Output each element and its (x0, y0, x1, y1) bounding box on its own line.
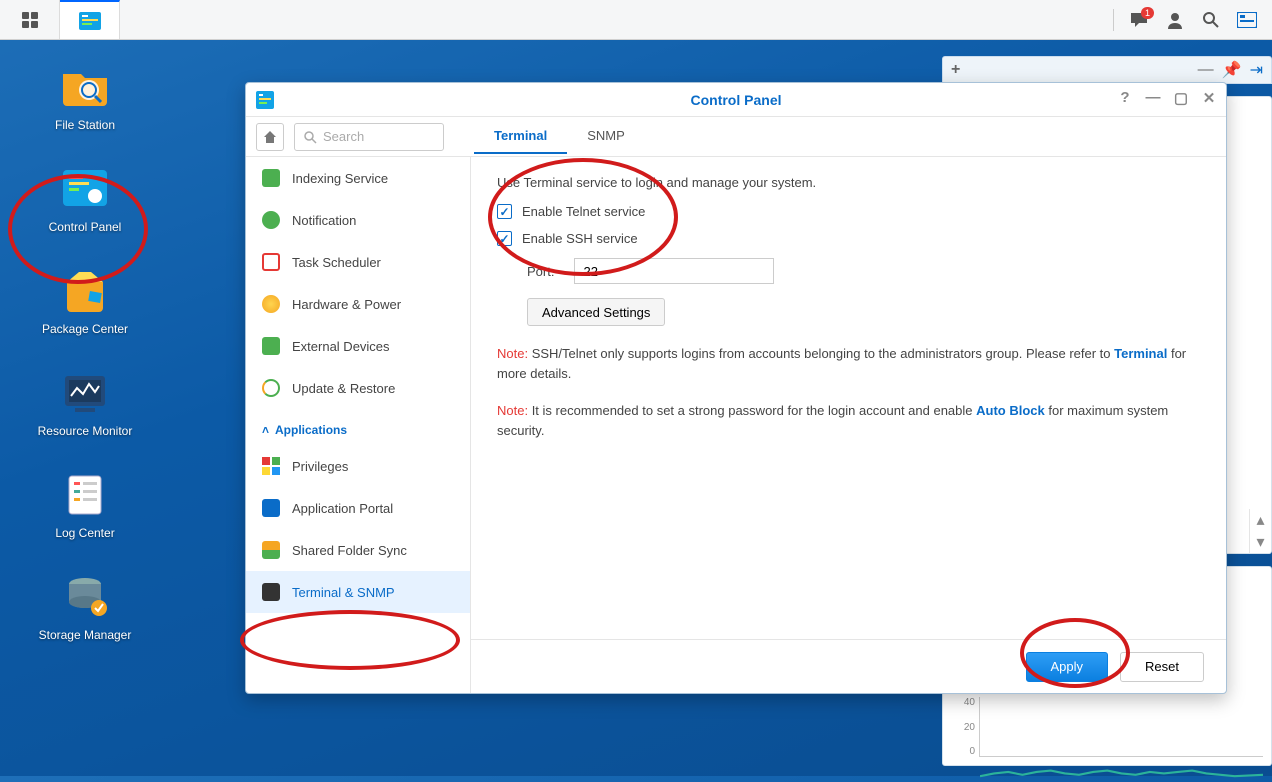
tab-bar: Terminal SNMP (474, 119, 645, 154)
sidebar-item-update[interactable]: Update & Restore (246, 367, 470, 409)
port-input[interactable] (574, 258, 774, 284)
checkmark-icon: ✓ (497, 204, 512, 219)
sidebar-item-hardware[interactable]: Hardware & Power (246, 283, 470, 325)
minimize-button[interactable]: — (1144, 89, 1162, 107)
system-tray: 1 (1099, 0, 1272, 39)
maximize-button[interactable]: ▢ (1172, 89, 1190, 107)
desktop-icon-label: Storage Manager (39, 628, 132, 642)
sidebar-item-terminal-snmp[interactable]: Terminal & SNMP (246, 571, 470, 613)
search-db-icon (262, 169, 280, 187)
widgets-icon[interactable] (1236, 9, 1258, 31)
link-terminal[interactable]: Terminal (1114, 346, 1167, 361)
home-button[interactable] (256, 123, 284, 151)
sidebar-item-indexing[interactable]: Indexing Service (246, 157, 470, 199)
checkbox-ssh[interactable]: ✓ Enable SSH service (497, 231, 1200, 246)
note-1: Note: SSH/Telnet only supports logins fr… (497, 344, 1200, 383)
scroll-up-button[interactable]: ▴ (1250, 509, 1271, 531)
control-panel-icon (79, 12, 101, 30)
desktop-icon-label: Package Center (42, 322, 128, 336)
desktop-icon-package-center[interactable]: Package Center (30, 264, 140, 336)
minimize-icon[interactable]: — (1198, 61, 1214, 79)
reset-button[interactable]: Reset (1120, 652, 1204, 682)
apply-button[interactable]: Apply (1026, 652, 1109, 682)
portal-icon (262, 499, 280, 517)
log-icon (59, 468, 111, 520)
port-label: Port: (527, 264, 554, 279)
desktop-icon-label: Resource Monitor (38, 424, 133, 438)
sidebar-item-task-scheduler[interactable]: Task Scheduler (246, 241, 470, 283)
sidebar-item-notification[interactable]: Notification (246, 199, 470, 241)
chart-y-axis: 40 20 0 (951, 697, 979, 757)
window-app-icon (256, 91, 274, 109)
chart-plot-area (979, 697, 1263, 757)
add-widget-button[interactable]: + (951, 61, 960, 79)
user-icon[interactable] (1164, 9, 1186, 31)
search-placeholder: Search (323, 129, 364, 144)
notifications-icon[interactable]: 1 (1128, 9, 1150, 31)
note-2: Note: It is recommended to set a strong … (497, 401, 1200, 440)
content-pane: Use Terminal service to login and manage… (471, 157, 1226, 693)
desktop-icon-label: Control Panel (49, 220, 122, 234)
search-icon[interactable] (1200, 9, 1222, 31)
pin-icon[interactable]: 📌 (1222, 60, 1242, 80)
window-titlebar[interactable]: Control Panel ? — ▢ ✕ (246, 83, 1226, 117)
desktop-icon-resource-monitor[interactable]: Resource Monitor (30, 366, 140, 438)
home-icon (262, 129, 278, 145)
taskbar-apps-button[interactable] (0, 0, 60, 39)
close-button[interactable]: ✕ (1200, 89, 1218, 107)
terminal-icon (262, 583, 280, 601)
sidebar-item-external[interactable]: External Devices (246, 325, 470, 367)
tab-terminal[interactable]: Terminal (474, 119, 567, 154)
window-footer: Apply Reset (471, 639, 1226, 693)
desktop-icon-label: File Station (55, 118, 115, 132)
taskbar: 1 (0, 0, 1272, 40)
sidebar-item-privileges[interactable]: Privileges (246, 445, 470, 487)
checkbox-telnet[interactable]: ✓ Enable Telnet service (497, 204, 1200, 219)
checkmark-icon: ✓ (497, 231, 512, 246)
intro-text: Use Terminal service to login and manage… (497, 175, 1200, 190)
arrow-up-icon (262, 337, 280, 355)
grid-icon (22, 12, 38, 28)
window-controls: ? — ▢ ✕ (1116, 89, 1218, 107)
folder-search-icon (59, 60, 111, 112)
window-title: Control Panel (690, 92, 781, 108)
monitor-icon (59, 366, 111, 418)
chevron-up-icon: ˄ (262, 423, 269, 437)
desktop-icon-label: Log Center (55, 526, 114, 540)
search-icon (303, 130, 317, 144)
calendar-icon (262, 253, 280, 271)
desktop-icon-file-station[interactable]: File Station (30, 60, 140, 132)
package-icon (59, 264, 111, 316)
sidebar-section-applications[interactable]: ˄ Applications (246, 409, 470, 445)
notification-badge: 1 (1141, 7, 1154, 19)
bulb-icon (262, 295, 280, 313)
scroll-down-button[interactable]: ▾ (1250, 531, 1271, 553)
chat-icon (262, 211, 280, 229)
advanced-settings-button[interactable]: Advanced Settings (527, 298, 665, 326)
taskbar-control-panel-button[interactable] (60, 0, 120, 39)
widget-panel-header: + — 📌 ⇥ (942, 56, 1272, 84)
search-input[interactable]: Search (294, 123, 444, 151)
desktop-icon-log-center[interactable]: Log Center (30, 468, 140, 540)
collapse-icon[interactable]: ⇥ (1250, 60, 1263, 80)
tray-divider (1113, 9, 1114, 31)
privileges-icon (262, 457, 280, 475)
help-icon[interactable]: ? (1116, 89, 1134, 107)
desktop-icon-storage-manager[interactable]: Storage Manager (30, 570, 140, 642)
tab-snmp[interactable]: SNMP (567, 119, 645, 154)
sync-icon (262, 541, 280, 559)
desktop-icon-control-panel[interactable]: Control Panel (30, 162, 140, 234)
refresh-icon (262, 379, 280, 397)
sidebar: Indexing Service Notification Task Sched… (246, 157, 471, 693)
control-panel-icon (59, 162, 111, 214)
desktop: File Station Control Panel Package Cente… (30, 60, 140, 642)
sidebar-item-shared-sync[interactable]: Shared Folder Sync (246, 529, 470, 571)
sidebar-item-app-portal[interactable]: Application Portal (246, 487, 470, 529)
window-toolbar: Search Terminal SNMP (246, 117, 1226, 157)
link-auto-block[interactable]: Auto Block (976, 403, 1045, 418)
storage-icon (59, 570, 111, 622)
control-panel-window: Control Panel ? — ▢ ✕ Search Terminal SN… (245, 82, 1227, 694)
